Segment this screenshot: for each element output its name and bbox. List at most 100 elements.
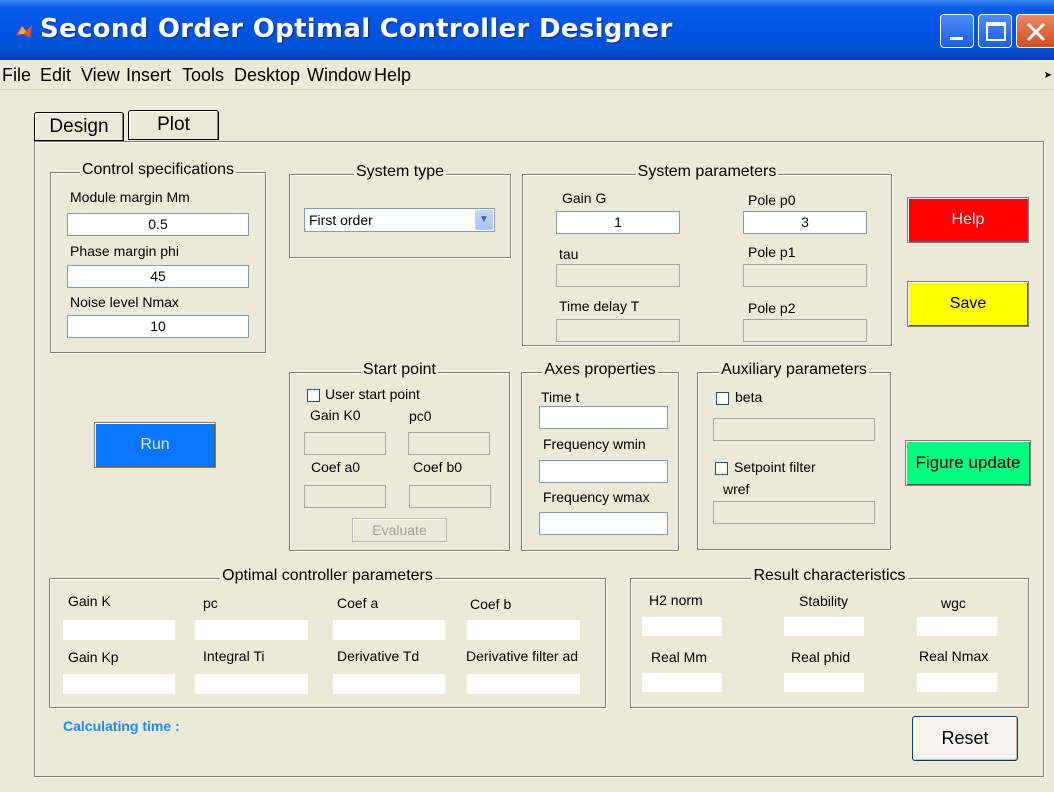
wgc-output: [917, 617, 997, 636]
evaluate-button[interactable]: Evaluate: [352, 518, 447, 542]
derivative-filter-output: [467, 674, 580, 694]
system-type-value: First order: [309, 212, 373, 228]
coef-a-output: [333, 620, 445, 640]
coef-a0-input[interactable]: [304, 485, 386, 508]
time-delay-label: Time delay T: [559, 298, 640, 314]
calculating-time-label: Calculating time :: [63, 718, 180, 734]
menu-view[interactable]: View: [81, 65, 120, 86]
real-nmax-label: Real Nmax: [919, 648, 989, 664]
gain-k-label: Gain K: [68, 593, 111, 609]
coef-b0-input[interactable]: [409, 485, 491, 508]
minimize-button[interactable]: [940, 14, 974, 48]
pc0-input[interactable]: [408, 432, 490, 455]
user-start-point-label: User start point: [325, 386, 420, 402]
frequency-wmin-label: Frequency wmin: [543, 436, 646, 452]
real-mm-label: Real Mm: [651, 649, 708, 665]
coef-b-output: [467, 620, 580, 640]
derivative-filter-label: Derivative filter ad: [466, 648, 579, 664]
noise-level-input[interactable]: 10: [67, 315, 249, 338]
beta-label: beta: [735, 389, 763, 405]
gain-k0-label: Gain K0: [310, 407, 361, 423]
h2-norm-output: [642, 617, 722, 636]
tau-label: tau: [559, 246, 579, 262]
real-phid-output: [784, 673, 864, 692]
user-start-point-checkbox[interactable]: [307, 389, 320, 402]
maximize-icon: [986, 22, 1006, 41]
derivative-td-output: [333, 674, 445, 694]
tab-plot[interactable]: Plot: [128, 110, 219, 140]
pole-p1-label: Pole p1: [748, 244, 796, 260]
real-nmax-output: [917, 673, 997, 692]
title-bar: Second Order Optimal Controller Designer: [0, 0, 1054, 60]
help-button[interactable]: Help: [907, 197, 1029, 243]
tab-design[interactable]: Design: [34, 112, 124, 141]
pc-output: [195, 620, 308, 640]
gain-k0-input[interactable]: [304, 432, 386, 455]
phase-margin-input[interactable]: 45: [67, 265, 249, 288]
setpoint-filter-checkbox[interactable]: [715, 462, 728, 475]
frequency-wmax-label: Frequency wmax: [543, 489, 650, 505]
menu-insert[interactable]: Insert: [126, 65, 171, 86]
module-margin-input[interactable]: 0.5: [67, 213, 249, 236]
gain-k-output: [63, 620, 175, 640]
time-t-input[interactable]: [539, 406, 668, 429]
time-t-label: Time t: [541, 389, 580, 405]
stability-label: Stability: [799, 593, 849, 609]
gain-g-input[interactable]: 1: [556, 211, 680, 234]
coef-b-label: Coef b: [470, 596, 512, 612]
pole-p1-input[interactable]: [743, 264, 867, 287]
menu-desktop[interactable]: Desktop: [234, 65, 300, 86]
pole-p2-input[interactable]: [743, 319, 867, 342]
h2-norm-label: H2 norm: [649, 592, 703, 608]
maximize-button[interactable]: [978, 14, 1012, 48]
pole-p0-input[interactable]: 3: [743, 211, 867, 234]
real-phid-label: Real phid: [791, 649, 851, 665]
integral-ti-output: [195, 674, 308, 694]
menu-tools[interactable]: Tools: [182, 65, 224, 86]
close-button[interactable]: [1016, 14, 1054, 48]
minimize-icon: [950, 37, 963, 40]
gain-g-label: Gain G: [562, 190, 607, 206]
menu-help[interactable]: Help: [374, 65, 411, 86]
coef-a-label: Coef a: [337, 595, 379, 611]
matlab-icon: [14, 22, 34, 42]
real-mm-output: [642, 673, 722, 692]
tau-input[interactable]: [556, 264, 680, 287]
window-title: Second Order Optimal Controller Designer: [40, 14, 673, 44]
gain-kp-output: [63, 674, 175, 694]
beta-checkbox[interactable]: [716, 392, 729, 405]
menu-edit[interactable]: Edit: [40, 65, 71, 86]
noise-level-label: Noise level Nmax: [70, 294, 179, 310]
time-delay-input[interactable]: [556, 319, 680, 342]
save-button[interactable]: Save: [907, 281, 1029, 327]
setpoint-filter-label: Setpoint filter: [734, 459, 816, 475]
close-icon: [1026, 22, 1046, 42]
pole-p2-label: Pole p2: [748, 300, 796, 316]
module-margin-label: Module margin Mm: [70, 189, 190, 205]
pc0-label: pc0: [409, 408, 432, 424]
run-button[interactable]: Run: [94, 422, 216, 468]
gain-kp-label: Gain Kp: [68, 649, 119, 665]
derivative-td-label: Derivative Td: [337, 648, 420, 664]
frequency-wmax-input[interactable]: [539, 512, 668, 535]
frequency-wmin-input[interactable]: [539, 460, 668, 483]
phase-margin-label: Phase margin phi: [70, 243, 179, 259]
wref-label: wref: [723, 481, 750, 497]
pole-p0-label: Pole p0: [748, 192, 796, 208]
menu-bar: File Edit View Insert Tools Desktop Wind…: [0, 60, 1054, 90]
wgc-label: wgc: [941, 595, 966, 611]
wref-input[interactable]: [713, 501, 875, 524]
system-type-select[interactable]: First order ▼: [304, 208, 495, 232]
pc-label: pc: [203, 595, 218, 611]
beta-input[interactable]: [713, 418, 875, 441]
stability-output: [784, 617, 864, 636]
coef-b0-label: Coef b0: [413, 459, 463, 475]
figure-update-button[interactable]: Figure update: [905, 440, 1031, 486]
integral-ti-label: Integral Ti: [203, 648, 265, 664]
menu-window[interactable]: Window: [307, 65, 371, 86]
toolbar-arrow-icon: ➤: [1043, 70, 1052, 81]
menu-file[interactable]: File: [2, 65, 31, 86]
chevron-down-icon[interactable]: ▼: [475, 210, 493, 230]
reset-button[interactable]: Reset: [912, 716, 1018, 761]
coef-a0-label: Coef a0: [311, 459, 361, 475]
